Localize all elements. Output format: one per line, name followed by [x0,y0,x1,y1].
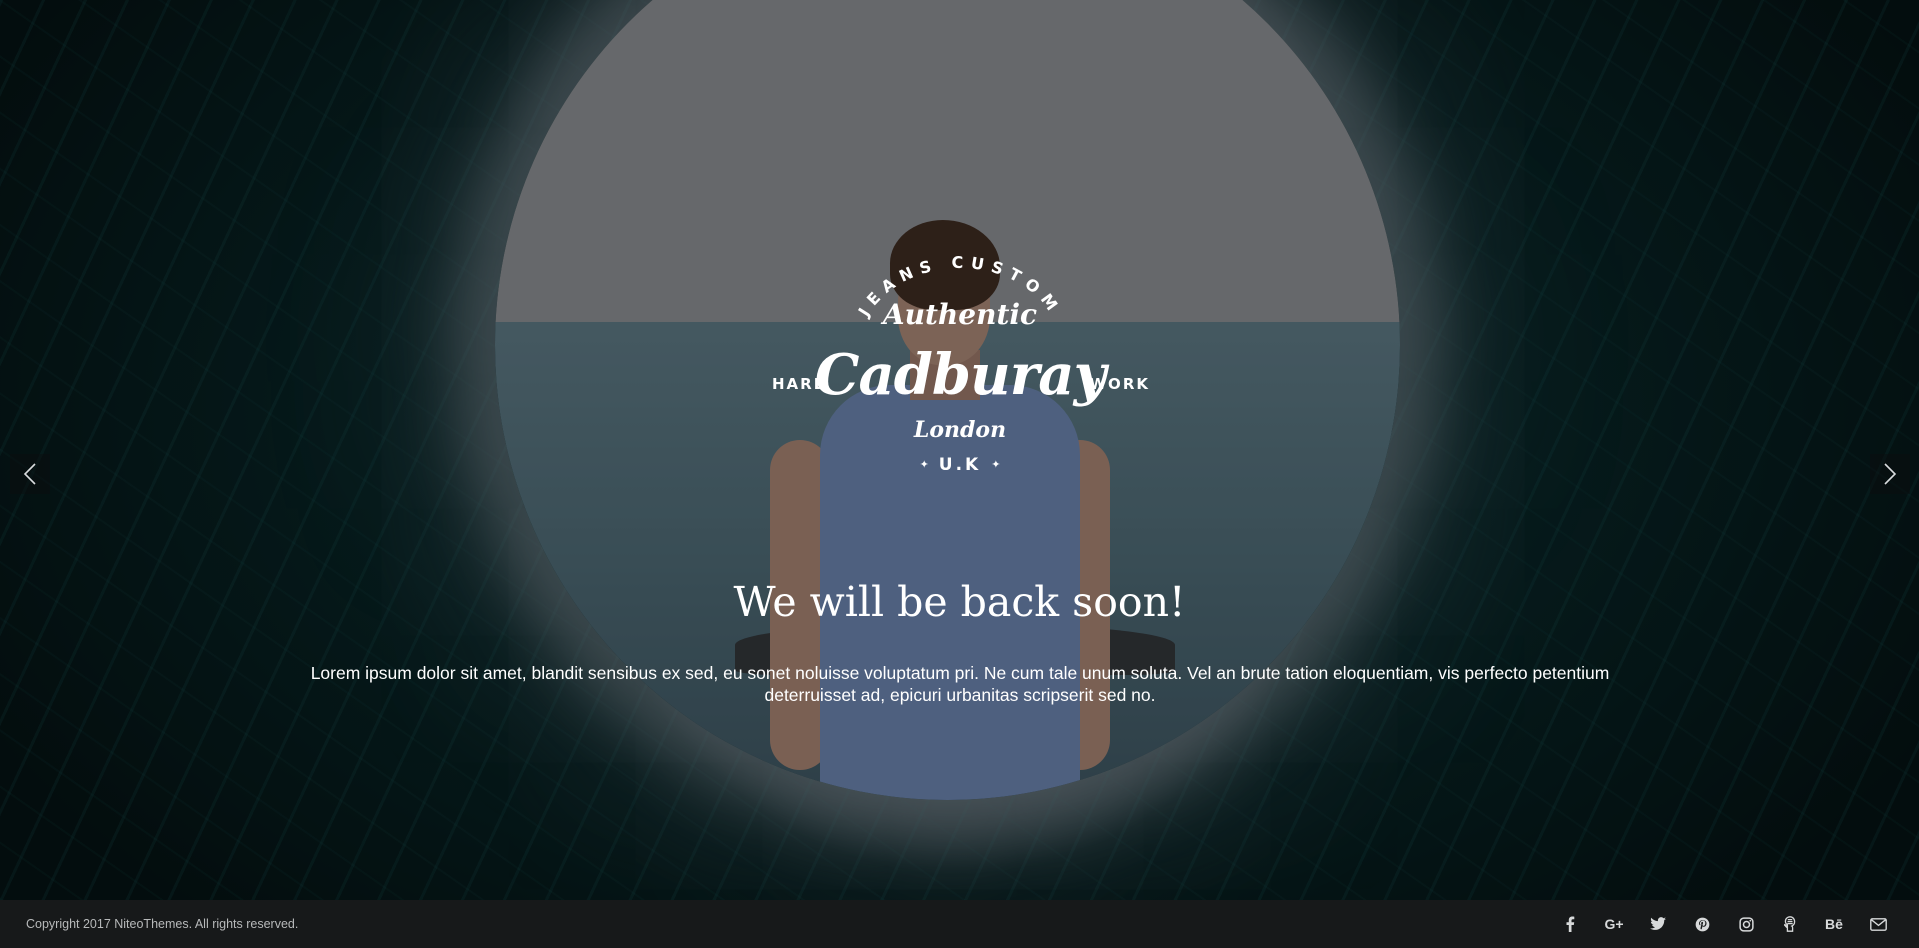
facebook-link[interactable] [1548,900,1592,948]
slider-next-button[interactable] [1870,454,1910,494]
twitter-icon [1650,917,1666,930]
twitter-link[interactable] [1636,900,1680,948]
mail-link[interactable] [1856,900,1900,948]
github-link[interactable] [1768,900,1812,948]
google-plus-icon: G+ [1604,916,1624,932]
instagram-link[interactable] [1724,900,1768,948]
github-icon [1784,916,1796,932]
google-plus-link[interactable]: G+ [1592,900,1636,948]
logo-city: London [913,417,1007,443]
instagram-icon [1738,916,1754,932]
chevron-left-icon [23,463,36,485]
logo-country: ✦ U.K ✦ [919,455,1001,475]
mail-icon [1869,917,1887,931]
logo-tagline: Authentic [882,298,1038,331]
behance-link[interactable]: Bē [1812,900,1856,948]
pinterest-icon [1695,917,1709,931]
copyright-text: Copyright 2017 NiteoThemes. All rights r… [26,917,299,931]
logo-right-word: WORK [1089,375,1150,393]
facebook-icon [1566,916,1575,932]
brand-logo: JEANS CUSTOM Authentic HARD Cadburay WOR… [760,245,1160,485]
social-links: G+ Bē [1548,900,1900,948]
chevron-right-icon [1884,463,1897,485]
pinterest-link[interactable] [1680,900,1724,948]
slider-prev-button[interactable] [10,454,50,494]
footer: Copyright 2017 NiteoThemes. All rights r… [0,900,1919,948]
behance-icon: Bē [1825,916,1843,932]
page-description: Lorem ipsum dolor sit amet, blandit sens… [310,663,1610,705]
page-headline: We will be back soon! [733,578,1186,626]
